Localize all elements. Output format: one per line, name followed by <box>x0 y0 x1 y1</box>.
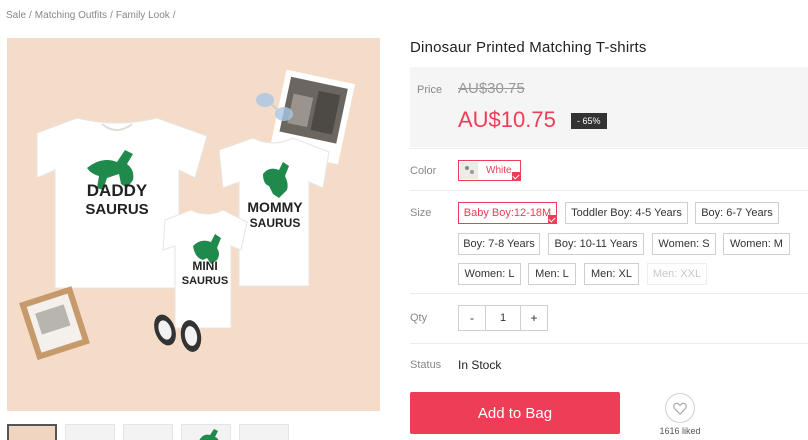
thumbnail-5[interactable] <box>239 424 289 440</box>
size-option-label: Boy: 7-8 Years <box>463 238 535 250</box>
breadcrumb-sale[interactable]: Sale <box>6 10 26 21</box>
add-to-bag-button[interactable]: Add to Bag <box>410 392 620 434</box>
breadcrumb: Sale / Matching Outfits / Family Look / <box>6 10 179 21</box>
svg-text:MINI: MINI <box>192 259 217 273</box>
selected-check-icon <box>548 215 557 224</box>
size-option-men-xl[interactable]: Men: XL <box>584 263 639 285</box>
breadcrumb-separator: / <box>29 10 32 21</box>
divider <box>410 343 808 344</box>
size-option-label: Toddler Boy: 4-5 Years <box>571 207 682 219</box>
thumbnail-1[interactable] <box>7 424 57 440</box>
size-option-label: Boy: 10-11 Years <box>554 238 638 250</box>
breadcrumb-family-look[interactable]: Family Look <box>116 10 170 21</box>
discount-badge: - 65% <box>571 113 607 129</box>
product-photo: DADDY SAURUS MOMMY SAURUS MINI SAURUS <box>7 38 380 411</box>
size-option-label: Baby Boy:12-18M <box>463 207 552 219</box>
size-option-baby-boy-12-18m[interactable]: Baby Boy:12-18M <box>458 202 557 224</box>
size-option-boy-10-11[interactable]: Boy: 10-11 Years <box>548 233 644 255</box>
heart-icon <box>673 402 687 415</box>
price-box: Price AU$30.75 AU$10.75 - 65% <box>410 67 808 147</box>
size-option-label: Women: L <box>464 268 515 280</box>
selected-check-icon <box>512 172 521 181</box>
divider <box>410 148 808 149</box>
size-option-label: Boy: 6-7 Years <box>701 207 773 219</box>
sale-price: AU$10.75 <box>458 107 556 132</box>
svg-text:SAURUS: SAURUS <box>85 201 148 218</box>
size-option-boy-7-8[interactable]: Boy: 7-8 Years <box>458 233 540 255</box>
size-option-label: Women: S <box>658 238 710 250</box>
qty-input[interactable]: 1 <box>485 306 521 330</box>
size-option-men-l[interactable]: Men: L <box>528 263 576 285</box>
divider <box>410 190 808 191</box>
thumbnail-4[interactable] <box>181 424 231 440</box>
svg-text:SAURUS: SAURUS <box>182 275 228 287</box>
like-button[interactable] <box>665 393 695 423</box>
add-to-bag-label: Add to Bag <box>477 404 553 422</box>
color-label: Color <box>410 165 437 177</box>
qty-decrement-button[interactable]: - <box>459 306 485 330</box>
quantity-stepper: - 1 + <box>458 305 548 331</box>
size-option-men-xxl: Men: XXL <box>647 263 707 285</box>
price-label: Price <box>417 84 443 96</box>
svg-text:DADDY: DADDY <box>87 181 148 200</box>
size-option-label: Men: XL <box>591 268 632 280</box>
original-price: AU$30.75 <box>458 80 525 97</box>
dinosaur-icon <box>199 429 219 440</box>
breadcrumb-matching-outfits[interactable]: Matching Outfits <box>35 10 107 21</box>
status-label: Status <box>410 359 442 371</box>
color-name: White <box>486 165 512 176</box>
like-count: 1616 liked <box>659 426 701 436</box>
size-option-women-m[interactable]: Women: M <box>723 233 790 255</box>
svg-text:SAURUS: SAURUS <box>250 216 301 230</box>
size-option-women-l[interactable]: Women: L <box>458 263 521 285</box>
divider <box>410 293 808 294</box>
breadcrumb-separator: / <box>172 10 176 21</box>
size-option-toddler-boy-4-5[interactable]: Toddler Boy: 4-5 Years <box>565 202 688 224</box>
size-option-label: Men: XXL <box>652 268 702 280</box>
color-option-white[interactable]: White <box>458 160 521 181</box>
qty-increment-button[interactable]: + <box>521 306 547 330</box>
color-swatch <box>460 162 478 179</box>
qty-label: Qty <box>410 312 428 324</box>
size-option-boy-6-7[interactable]: Boy: 6-7 Years <box>695 202 779 224</box>
breadcrumb-separator: / <box>110 10 113 21</box>
size-option-label: Men: L <box>535 268 569 280</box>
size-option-label: Women: M <box>730 238 783 250</box>
size-label: Size <box>410 207 432 219</box>
thumbnail-strip <box>7 424 289 440</box>
product-title: Dinosaur Printed Matching T-shirts <box>410 39 647 56</box>
thumbnail-2[interactable] <box>65 424 115 440</box>
thumbnail-3[interactable] <box>123 424 173 440</box>
svg-text:MOMMY: MOMMY <box>247 199 303 215</box>
stock-status: In Stock <box>458 358 502 372</box>
product-main-image[interactable]: DADDY SAURUS MOMMY SAURUS MINI SAURUS <box>7 38 380 411</box>
size-option-women-s[interactable]: Women: S <box>652 233 716 255</box>
like-control <box>660 393 700 423</box>
